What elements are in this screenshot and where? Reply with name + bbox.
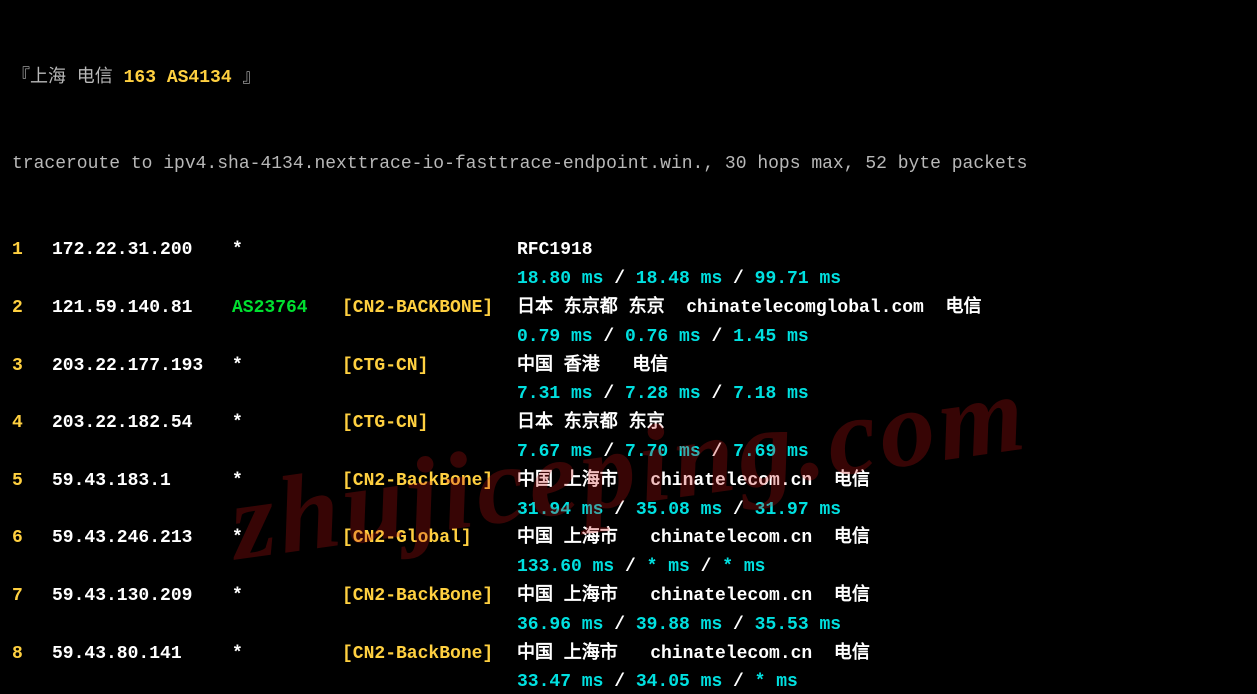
- hop-latency: 0.79 ms / 0.76 ms / 1.45 ms: [517, 323, 1245, 352]
- hop-ip: 59.43.183.1: [52, 467, 232, 496]
- latency-value: 0.76 ms: [625, 327, 701, 347]
- hop-asn: *: [232, 467, 342, 496]
- hop-row: 559.43.183.1*[CN2-BackBone]中国 上海市 chinat…: [12, 467, 1245, 496]
- hop-location: 日本 东京都 东京 chinatelecomglobal.com 电信: [517, 294, 1245, 323]
- hop-latency: 7.67 ms / 7.70 ms / 7.69 ms: [517, 438, 1245, 467]
- latency-value: 18.48 ms: [636, 269, 722, 289]
- hop-number: 2: [12, 294, 52, 323]
- latency-separator: /: [722, 672, 754, 692]
- latency-value: 0.79 ms: [517, 327, 593, 347]
- hop-asn: *: [232, 352, 342, 381]
- hop-network-tag: [CN2-BACKBONE]: [342, 294, 517, 323]
- hop-network-tag: [342, 236, 517, 265]
- hop-network-tag: [CN2-BackBone]: [342, 582, 517, 611]
- hop-location: 中国 上海市 chinatelecom.cn 电信: [517, 524, 1245, 553]
- latency-value: 31.94 ms: [517, 500, 603, 520]
- hop-number: 4: [12, 409, 52, 438]
- latency-separator: /: [690, 557, 722, 577]
- latency-value: 133.60 ms: [517, 557, 614, 577]
- hop-asn: *: [232, 524, 342, 553]
- latency-value: 35.08 ms: [636, 500, 722, 520]
- hop-asn: AS23764: [232, 294, 342, 323]
- hop-latency: 7.31 ms / 7.28 ms / 7.18 ms: [517, 380, 1245, 409]
- hop-ip: 59.43.130.209: [52, 582, 232, 611]
- hop-row: 2121.59.140.81AS23764[CN2-BACKBONE]日本 东京…: [12, 294, 1245, 323]
- hop-number: 3: [12, 352, 52, 381]
- hop-ip: 59.43.80.141: [52, 640, 232, 669]
- hop-number: 8: [12, 640, 52, 669]
- latency-value: 18.80 ms: [517, 269, 603, 289]
- hop-network-tag: [CTG-CN]: [342, 409, 517, 438]
- hop-number: 1: [12, 236, 52, 265]
- latency-value: 1.45 ms: [733, 327, 809, 347]
- hop-row: 4203.22.182.54*[CTG-CN]日本 东京都 东京: [12, 409, 1245, 438]
- hop-network-tag: [CTG-CN]: [342, 352, 517, 381]
- latency-separator: /: [701, 384, 733, 404]
- hop-location: RFC1918: [517, 236, 1245, 265]
- latency-separator: /: [701, 327, 733, 347]
- latency-value: 7.18 ms: [733, 384, 809, 404]
- latency-separator: /: [722, 500, 754, 520]
- hop-ip: 203.22.177.193: [52, 352, 232, 381]
- hop-latency: 33.47 ms / 34.05 ms / * ms: [517, 668, 1245, 694]
- hop-latency: 36.96 ms / 39.88 ms / 35.53 ms: [517, 611, 1245, 640]
- latency-value: 31.97 ms: [755, 500, 841, 520]
- latency-separator: /: [614, 557, 646, 577]
- latency-value: 7.31 ms: [517, 384, 593, 404]
- latency-value: 7.67 ms: [517, 442, 593, 462]
- hop-row: 659.43.246.213*[CN2-Global]中国 上海市 chinat…: [12, 524, 1245, 553]
- hop-asn: *: [232, 582, 342, 611]
- latency-value: 7.28 ms: [625, 384, 701, 404]
- hop-asn: *: [232, 640, 342, 669]
- latency-separator: /: [722, 269, 754, 289]
- hop-location: 日本 东京都 东京: [517, 409, 1245, 438]
- terminal-output: 『上海 电信 163 AS4134 』 traceroute to ipv4.s…: [0, 0, 1257, 694]
- latency-value: 34.05 ms: [636, 672, 722, 692]
- hop-asn: *: [232, 409, 342, 438]
- latency-value: 36.96 ms: [517, 615, 603, 635]
- hop-number: 5: [12, 467, 52, 496]
- latency-value: 33.47 ms: [517, 672, 603, 692]
- hop-latency: 18.80 ms / 18.48 ms / 99.71 ms: [517, 265, 1245, 294]
- hop-row: 759.43.130.209*[CN2-BackBone]中国 上海市 chin…: [12, 582, 1245, 611]
- latency-value: * ms: [755, 672, 798, 692]
- latency-separator: /: [603, 615, 635, 635]
- latency-separator: /: [722, 615, 754, 635]
- latency-value: 35.53 ms: [755, 615, 841, 635]
- hop-location: 中国 上海市 chinatelecom.cn 电信: [517, 582, 1245, 611]
- latency-separator: /: [593, 327, 625, 347]
- latency-value: * ms: [722, 557, 765, 577]
- hop-location: 中国 香港 电信: [517, 352, 1245, 381]
- latency-separator: /: [603, 672, 635, 692]
- hop-network-tag: [CN2-BackBone]: [342, 467, 517, 496]
- hop-row: 1172.22.31.200* RFC1918: [12, 236, 1245, 265]
- latency-separator: /: [603, 269, 635, 289]
- hop-network-tag: [CN2-BackBone]: [342, 640, 517, 669]
- hop-ip: 121.59.140.81: [52, 294, 232, 323]
- trace-command: traceroute to ipv4.sha-4134.nexttrace-io…: [12, 150, 1245, 179]
- hop-ip: 203.22.182.54: [52, 409, 232, 438]
- latency-separator: /: [593, 384, 625, 404]
- hop-latency: 31.94 ms / 35.08 ms / 31.97 ms: [517, 496, 1245, 525]
- latency-separator: /: [603, 500, 635, 520]
- latency-value: 7.70 ms: [625, 442, 701, 462]
- hop-latency: 133.60 ms / * ms / * ms: [517, 553, 1245, 582]
- hop-location: 中国 上海市 chinatelecom.cn 电信: [517, 640, 1245, 669]
- trace-header: 『上海 电信 163 AS4134 』: [12, 64, 1245, 93]
- latency-value: * ms: [647, 557, 690, 577]
- hop-ip: 172.22.31.200: [52, 236, 232, 265]
- latency-separator: /: [593, 442, 625, 462]
- hop-asn: *: [232, 236, 342, 265]
- hop-row: 859.43.80.141*[CN2-BackBone]中国 上海市 china…: [12, 640, 1245, 669]
- hop-number: 7: [12, 582, 52, 611]
- hop-location: 中国 上海市 chinatelecom.cn 电信: [517, 467, 1245, 496]
- hop-ip: 59.43.246.213: [52, 524, 232, 553]
- latency-value: 99.71 ms: [755, 269, 841, 289]
- latency-value: 39.88 ms: [636, 615, 722, 635]
- latency-separator: /: [701, 442, 733, 462]
- latency-value: 7.69 ms: [733, 442, 809, 462]
- hop-network-tag: [CN2-Global]: [342, 524, 517, 553]
- hop-row: 3203.22.177.193*[CTG-CN]中国 香港 电信: [12, 352, 1245, 381]
- hop-number: 6: [12, 524, 52, 553]
